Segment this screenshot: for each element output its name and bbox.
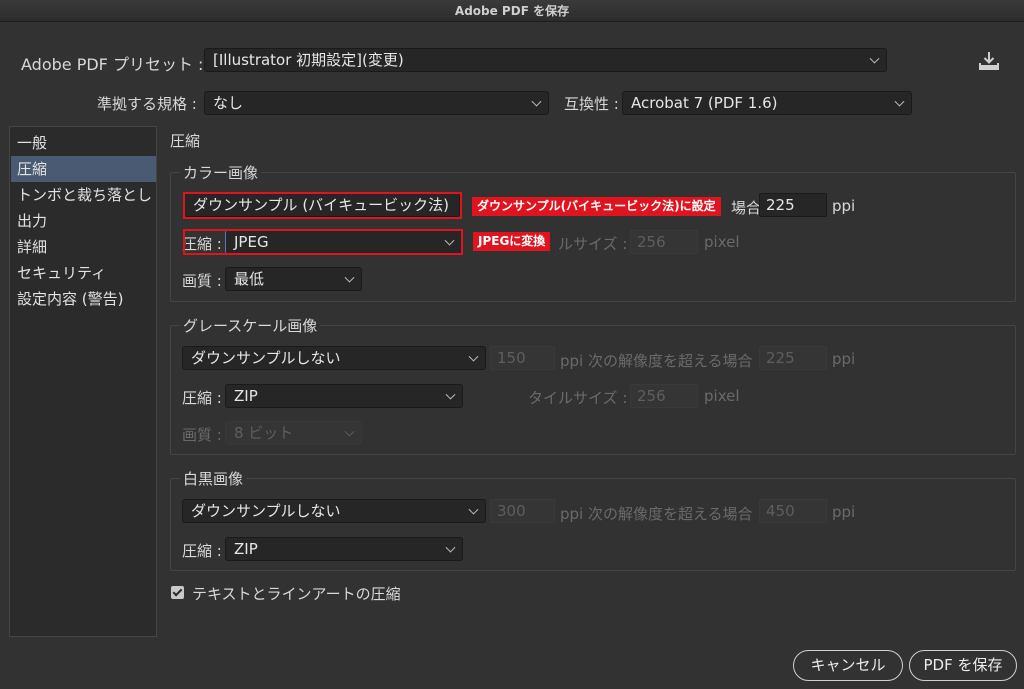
mono-compress-value: ZIP — [234, 540, 258, 558]
gray-ppi-field[interactable]: 150 — [490, 346, 555, 370]
mono-compress-dropdown[interactable]: ZIP — [225, 537, 463, 561]
download-icon[interactable] — [978, 51, 1000, 71]
gray-ppi-text: ppi 次の解像度を超える場合 — [560, 352, 753, 370]
compress-text-label: テキストとラインアートの圧縮 — [192, 585, 401, 603]
chevron-down-icon — [344, 272, 355, 283]
chevron-down-icon — [894, 96, 905, 107]
gray-tile-unit: pixel — [704, 387, 740, 405]
sidebar-item-compression[interactable]: 圧縮 — [11, 156, 156, 182]
color-quality-label: 画質 : — [182, 272, 222, 290]
sidebar-item-summary[interactable]: 設定内容 (警告) — [11, 286, 156, 312]
gray-title: グレースケール画像 — [180, 315, 321, 336]
standard-label: 準拠する規格 : — [97, 95, 197, 113]
mono-ppi-text: ppi 次の解像度を超える場合 — [560, 505, 753, 523]
annotation-box-downsample — [183, 192, 462, 219]
preset-label: Adobe PDF プリセット : — [21, 55, 204, 74]
color-tile-field[interactable]: 256 — [630, 230, 698, 254]
color-ppi-unit: ppi — [832, 197, 856, 215]
chevron-down-icon — [445, 389, 456, 400]
gray-compress-label: 圧縮 : — [182, 389, 222, 407]
annotation-downsample-note: ダウンサンプル(バイキュービック法)に設定 — [472, 197, 721, 216]
sidebar-item-security[interactable]: セキュリティ — [11, 260, 156, 286]
section-title: 圧縮 — [170, 132, 201, 150]
mono-downsample-dropdown[interactable]: ダウンサンプルしない — [182, 499, 486, 523]
gray-quality-label: 画質 : — [182, 426, 222, 444]
gray-ppi-unit: ppi — [832, 350, 856, 368]
compat-value: Acrobat 7 (PDF 1.6) — [631, 94, 778, 112]
chevron-down-icon — [869, 53, 880, 64]
standard-dropdown[interactable]: なし — [204, 91, 549, 115]
mono-above-ppi-field[interactable]: 450 — [759, 499, 827, 523]
gray-compress-value: ZIP — [234, 387, 258, 405]
window-title: Adobe PDF を保存 — [0, 0, 1024, 22]
cancel-button[interactable]: キャンセル — [793, 650, 903, 681]
color-tile-unit: pixel — [704, 233, 740, 251]
gray-tile-label: タイルサイズ : — [528, 389, 628, 407]
sidebar: 一般 圧縮 トンボと裁ち落とし 出力 詳細 セキュリティ 設定内容 (警告) — [9, 126, 157, 637]
sidebar-item-marks-bleeds[interactable]: トンボと裁ち落とし — [11, 182, 156, 208]
standard-value: なし — [213, 94, 244, 112]
chevron-down-icon — [344, 426, 355, 437]
color-quality-dropdown[interactable]: 最低 — [225, 267, 362, 291]
chevron-down-icon — [468, 351, 479, 362]
gray-compress-dropdown[interactable]: ZIP — [225, 384, 463, 408]
chevron-down-icon — [468, 504, 479, 515]
mono-ppi-field[interactable]: 300 — [490, 499, 555, 523]
sidebar-item-advanced[interactable]: 詳細 — [11, 234, 156, 260]
gray-tile-field[interactable]: 256 — [630, 384, 698, 408]
compress-text-checkbox[interactable] — [171, 586, 184, 599]
color-above-label: 場合 — [731, 199, 762, 217]
chevron-down-icon — [445, 542, 456, 553]
gray-quality-value: 8 ビット — [234, 424, 294, 442]
gray-downsample-dropdown[interactable]: ダウンサンプルしない — [182, 346, 486, 370]
color-quality-value: 最低 — [234, 270, 265, 288]
compat-dropdown[interactable]: Acrobat 7 (PDF 1.6) — [622, 91, 912, 115]
gray-above-ppi-field[interactable]: 225 — [759, 346, 827, 370]
preset-dropdown[interactable]: [Illustrator 初期設定](変更) — [204, 48, 887, 72]
compat-label: 互換性 : — [564, 95, 619, 113]
gray-downsample-value: ダウンサンプルしない — [191, 349, 341, 367]
preset-value: [Illustrator 初期設定](変更) — [213, 51, 404, 69]
color-tile-label: ルサイズ : — [558, 235, 628, 253]
mono-title: 白黒画像 — [180, 468, 247, 489]
mono-downsample-value: ダウンサンプルしない — [191, 502, 341, 520]
annotation-jpeg-note: JPEGに変換 — [473, 232, 551, 251]
chevron-down-icon — [531, 96, 542, 107]
sidebar-item-general[interactable]: 一般 — [11, 130, 156, 156]
annotation-box-jpeg — [183, 229, 463, 255]
mono-compress-label: 圧縮 : — [182, 542, 222, 560]
color-title: カラー画像 — [180, 162, 262, 183]
mono-ppi-unit: ppi — [832, 503, 856, 521]
color-above-ppi-field[interactable]: 225 — [759, 193, 827, 217]
sidebar-item-output[interactable]: 出力 — [11, 208, 156, 234]
gray-quality-dropdown[interactable]: 8 ビット — [225, 421, 362, 445]
save-pdf-button[interactable]: PDF を保存 — [909, 650, 1017, 681]
